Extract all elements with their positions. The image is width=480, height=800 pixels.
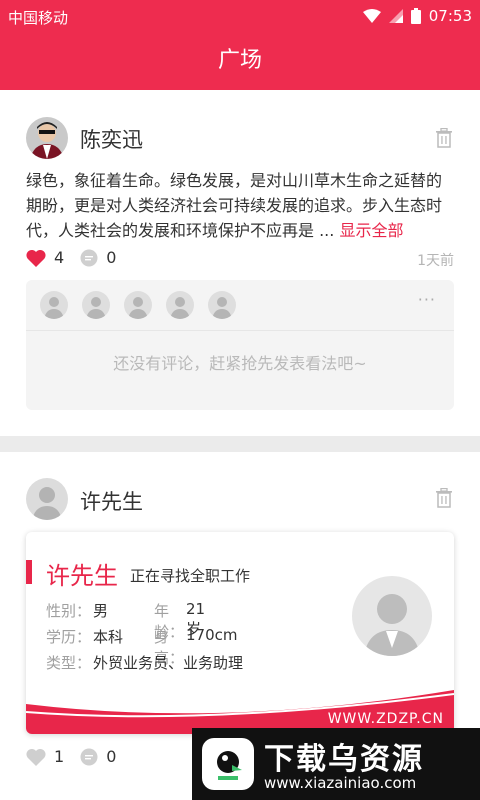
- resume-row: 类型： 外贸业务员、业务助理: [46, 654, 244, 672]
- resume-card[interactable]: 许先生 正在寻找全职工作 性别： 男 年龄： 21岁 学历： 本科 身高： 17…: [26, 532, 454, 734]
- signal-icon: [388, 9, 403, 23]
- resume-site: WWW.ZDZP.CN: [327, 711, 444, 727]
- liker-avatars: [40, 291, 236, 319]
- post-card: 陈奕迅 绿色，象征着生命。绿色发展，是对山川草木生命之延替的期盼，更是对人类经济…: [0, 90, 480, 436]
- more-likers-icon[interactable]: ···: [418, 290, 436, 309]
- avatar[interactable]: [26, 117, 68, 159]
- post-time: 1天前: [417, 253, 454, 269]
- post-stats: 1 0: [26, 747, 132, 766]
- like-count: 1: [54, 747, 65, 766]
- heart-icon[interactable]: [26, 748, 46, 766]
- post-content: 绿色，象征着生命。绿色发展，是对山川草木生命之延替的期盼，更是对人类经济社会可持…: [26, 171, 443, 240]
- accent-bar: [26, 560, 32, 584]
- post-username[interactable]: 陈奕迅: [80, 124, 143, 154]
- liker-avatar[interactable]: [40, 291, 68, 319]
- comment-count: 0: [106, 248, 117, 267]
- resume-gender: 男: [93, 602, 109, 620]
- bird-logo-icon: [202, 738, 254, 790]
- resume-education: 本科: [93, 628, 124, 646]
- resume-status: 正在寻找全职工作: [130, 567, 251, 585]
- show-all-link[interactable]: 显示全部: [339, 221, 403, 240]
- liker-avatar[interactable]: [82, 291, 110, 319]
- status-bar: 中国移动 07:53: [0, 0, 480, 34]
- post-username[interactable]: 许先生: [80, 486, 143, 516]
- comment-count: 0: [106, 747, 117, 766]
- watermark: 下载乌资源 www.xiazainiao.com: [192, 728, 480, 800]
- like-count: 4: [54, 248, 65, 267]
- watermark-title: 下载乌资源: [264, 742, 424, 777]
- resume-job-type: 外贸业务员、业务助理: [93, 654, 244, 672]
- heart-icon[interactable]: [26, 249, 46, 267]
- resume-photo: [352, 576, 432, 656]
- watermark-url: www.xiazainiao.com: [264, 774, 417, 792]
- avatar[interactable]: [26, 478, 68, 520]
- comment-icon[interactable]: [80, 748, 98, 766]
- carrier-label: 中国移动: [8, 9, 69, 27]
- trash-icon[interactable]: [434, 128, 454, 148]
- divider: [26, 330, 454, 331]
- comment-box[interactable]: ··· 还没有评论，赶紧抢先发表看法吧~: [26, 280, 454, 410]
- resume-row: 学历： 本科 身高： 170cm: [46, 626, 238, 667]
- battery-icon: [410, 8, 421, 24]
- wifi-icon: [362, 9, 381, 23]
- resume-row: 性别： 男 年龄： 21岁: [46, 600, 206, 641]
- liker-avatar[interactable]: [124, 291, 152, 319]
- resume-name: 许先生: [46, 562, 118, 590]
- page-title: 广场: [0, 34, 480, 90]
- trash-icon[interactable]: [434, 488, 454, 508]
- comment-icon[interactable]: [80, 249, 98, 267]
- liker-avatar[interactable]: [208, 291, 236, 319]
- empty-comment-hint: 还没有评论，赶紧抢先发表看法吧~: [113, 354, 367, 373]
- clock: 07:53: [428, 7, 472, 25]
- post-stats: 4 0: [26, 248, 132, 267]
- liker-avatar[interactable]: [166, 291, 194, 319]
